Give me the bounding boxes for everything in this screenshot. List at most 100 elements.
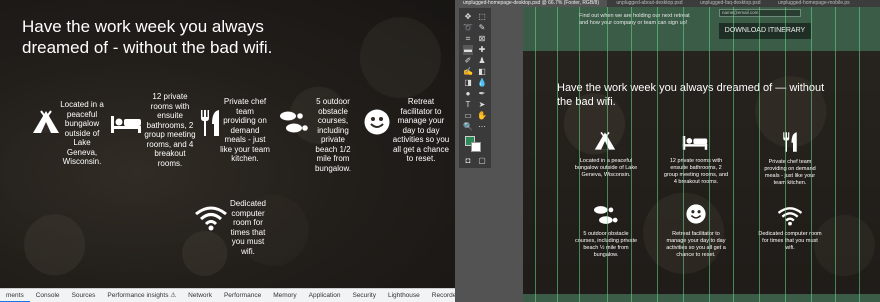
doc-tab-about[interactable]: unplugged-about-desktop.psd	[608, 0, 690, 7]
guide-line[interactable]	[859, 7, 860, 302]
guide-line[interactable]	[683, 7, 684, 302]
footprints-icon	[594, 206, 618, 224]
doc-tab-mobile[interactable]: unplugged-homepage-mobile.ps	[770, 0, 858, 7]
tab-network[interactable]: Network	[182, 289, 218, 302]
zoom-tool-icon[interactable]: 🔍	[463, 122, 473, 132]
guide-line[interactable]	[811, 7, 812, 302]
signup-copy: Find out when we are holding our next re…	[579, 13, 690, 26]
email-field[interactable]: name@email.com	[719, 9, 801, 17]
hand-tool-icon[interactable]: ✋	[477, 111, 487, 121]
canvas-feature-obstacles: 5 outdoor obstacle courses, including pr…	[573, 204, 639, 264]
canvas-feature-rooms: 12 private rooms with ensuite bathrooms,…	[663, 131, 729, 191]
dodge-tool-icon[interactable]: ●	[463, 89, 473, 99]
guide-line[interactable]	[759, 7, 760, 302]
guide-line[interactable]	[657, 7, 658, 302]
more-tools-icon[interactable]: ⋯	[477, 122, 487, 132]
tab-lighthouse[interactable]: Lighthouse	[382, 289, 426, 302]
tent-icon	[33, 110, 59, 133]
page-heading: Have the work week you always dreamed of…	[22, 17, 273, 57]
healing-tool-icon[interactable]: ✚	[477, 45, 487, 55]
guide-line[interactable]	[631, 7, 632, 302]
guide-line[interactable]	[535, 7, 536, 302]
tab-memory[interactable]: Memory	[267, 289, 302, 302]
feature-text: Located in a peaceful bungalow outside o…	[574, 158, 638, 178]
tab-performance-insights[interactable]: Performance insights ⚠	[101, 289, 182, 302]
guide-line[interactable]	[579, 7, 580, 302]
marquee-tool-icon[interactable]: ⬚	[477, 12, 487, 22]
guide-line[interactable]	[785, 7, 786, 302]
footprints-icon	[280, 111, 308, 133]
feature-text: Located in a peaceful bungalow outside o…	[60, 100, 104, 166]
feature-computer-room: Dedicated computer room for times that y…	[192, 199, 282, 259]
feature-text: Private chef team providing on demand me…	[220, 97, 270, 163]
feature-rooms: 12 private rooms with ensuite bathrooms,…	[108, 92, 198, 182]
guide-line[interactable]	[835, 7, 836, 302]
footer-band	[523, 294, 880, 302]
tab-recorder[interactable]: Recorder ⚠	[426, 289, 455, 302]
tab-application[interactable]: Application	[303, 289, 347, 302]
quick-mask-icon[interactable]: ◘	[463, 156, 473, 166]
eyedropper-tool-icon[interactable]: ▬	[463, 45, 473, 55]
feature-text: Retreat facilitator to manage your day t…	[392, 97, 450, 163]
guide-line[interactable]	[709, 7, 710, 302]
eraser-tool-icon[interactable]: ◧	[477, 67, 487, 77]
feature-location: Located in a peaceful bungalow outside o…	[28, 100, 108, 170]
document-tabs: unplugged-homepage-desktop.psd @ 66.7% (…	[455, 0, 880, 7]
move-tool-icon[interactable]: ✥	[463, 12, 473, 22]
frame-tool-icon[interactable]: ⊠	[477, 34, 487, 44]
screen-mode-icon[interactable]: ▢	[477, 156, 487, 166]
bed-icon	[111, 116, 141, 133]
feature-text: 5 outdoor obstacle courses, including pr…	[574, 231, 638, 258]
type-tool-icon[interactable]: T	[463, 100, 473, 110]
devtools-tabbar: ments Console Sources Performance insigh…	[0, 288, 455, 302]
fork-knife-icon	[201, 110, 219, 136]
tab-performance[interactable]: Performance	[218, 289, 267, 302]
lasso-tool-icon[interactable]: ➰	[463, 23, 473, 33]
tab-console[interactable]: Console	[30, 289, 66, 302]
canvas-feature-facilitator: Retreat facilitator to manage your day t…	[663, 204, 729, 264]
doc-tab-homepage[interactable]: unplugged-homepage-desktop.psd @ 66.7% (…	[455, 0, 607, 7]
feature-text: Dedicated computer room for times that y…	[758, 231, 822, 251]
smiley-icon	[364, 109, 390, 135]
tent-icon	[594, 131, 616, 150]
stamp-tool-icon[interactable]: ♟	[477, 56, 487, 66]
tools-panel: ✥ ⬚ ➰ ✎ ⌗ ⊠ ▬ ✚ ✐ ♟ ✍ ◧ ◨ 💧 ● ✒ T ➤ ▭ ✋ …	[459, 8, 491, 168]
feature-text: 12 private rooms with ensuite bathrooms,…	[144, 92, 196, 168]
canvas-feature-computer-room: Dedicated computer room for times that y…	[757, 204, 823, 264]
history-brush-tool-icon[interactable]: ✍	[463, 67, 473, 77]
fork-knife-icon	[783, 132, 797, 152]
feature-text: Retreat facilitator to manage your day t…	[666, 231, 726, 258]
feature-obstacles: 5 outdoor obstacle courses, including pr…	[276, 97, 366, 177]
tab-sources[interactable]: Sources	[66, 289, 102, 302]
canvas-heading: Have the work week you always dreamed of…	[557, 82, 825, 108]
wifi-icon	[777, 207, 803, 226]
wifi-icon	[195, 206, 227, 231]
canvas-feature-location: Located in a peaceful bungalow outside o…	[573, 131, 639, 191]
guide-line[interactable]	[557, 7, 558, 302]
guide-line[interactable]	[733, 7, 734, 302]
smiley-icon	[686, 204, 706, 224]
brush-tool-icon[interactable]: ✐	[463, 56, 473, 66]
guide-line[interactable]	[607, 7, 608, 302]
bed-icon	[682, 136, 708, 150]
background-color-swatch[interactable]	[471, 142, 481, 152]
feature-text: 12 private rooms with ensuite bathrooms,…	[663, 158, 729, 185]
tab-security[interactable]: Security	[346, 289, 381, 302]
quick-select-tool-icon[interactable]: ✎	[477, 23, 487, 33]
feature-text: 5 outdoor obstacle courses, including pr…	[314, 97, 352, 173]
photoshop-canvas[interactable]: Find out when we are holding our next re…	[523, 7, 880, 302]
feature-chef: Private chef team providing on demand me…	[196, 97, 286, 177]
screen: Have the work week you always dreamed of…	[0, 0, 880, 302]
signup-band: Find out when we are holding our next re…	[523, 7, 880, 51]
browser-page: Have the work week you always dreamed of…	[0, 0, 455, 288]
tab-elements[interactable]: ments	[0, 289, 30, 302]
rectangle-tool-icon[interactable]: ▭	[463, 111, 473, 121]
blur-tool-icon[interactable]: 💧	[477, 78, 487, 88]
gradient-tool-icon[interactable]: ◨	[463, 78, 473, 88]
path-select-tool-icon[interactable]: ➤	[477, 100, 487, 110]
crop-tool-icon[interactable]: ⌗	[463, 34, 473, 44]
doc-tab-faq[interactable]: unplugged-faq-desktop.psd	[692, 0, 769, 7]
feature-facilitator: Retreat facilitator to manage your day t…	[362, 97, 454, 177]
feature-text: Dedicated computer room for times that y…	[229, 199, 267, 256]
pen-tool-icon[interactable]: ✒	[477, 89, 487, 99]
